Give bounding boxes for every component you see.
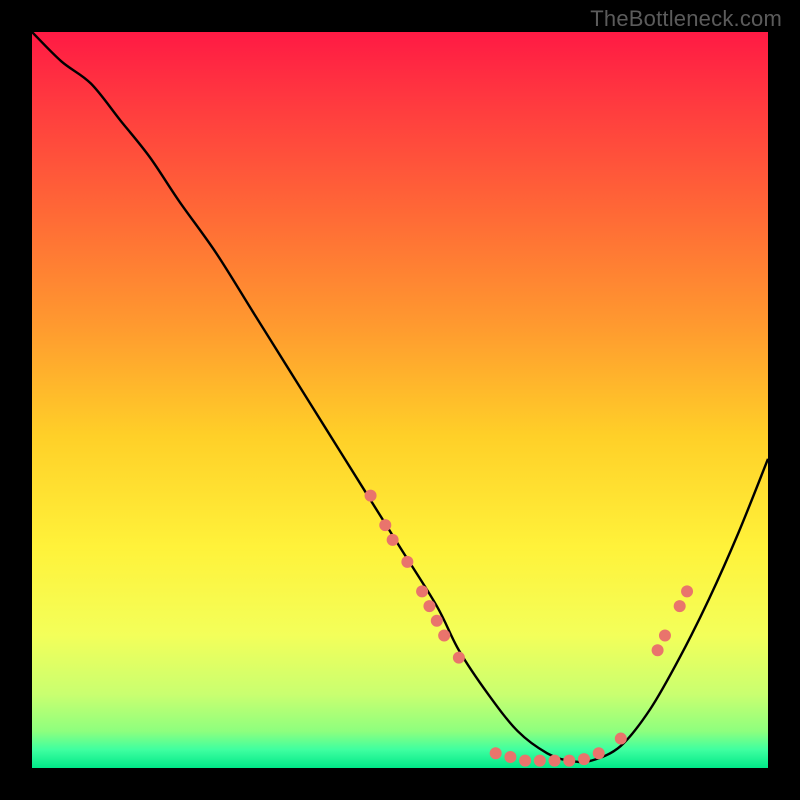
data-marker <box>453 652 465 664</box>
data-marker <box>578 753 590 765</box>
data-marker <box>365 490 377 502</box>
data-marker <box>401 556 413 568</box>
data-marker <box>431 615 443 627</box>
data-marker <box>549 755 561 767</box>
data-marker <box>681 585 693 597</box>
data-marker <box>504 751 516 763</box>
data-marker <box>490 747 502 759</box>
data-marker <box>438 630 450 642</box>
chart-background <box>32 32 768 768</box>
data-marker <box>674 600 686 612</box>
data-marker <box>387 534 399 546</box>
data-marker <box>379 519 391 531</box>
data-marker <box>534 755 546 767</box>
data-marker <box>659 630 671 642</box>
data-marker <box>593 747 605 759</box>
watermark-text: TheBottleneck.com <box>590 6 782 32</box>
data-marker <box>416 585 428 597</box>
data-marker <box>519 755 531 767</box>
chart-plot-area <box>32 32 768 768</box>
data-marker <box>615 733 627 745</box>
chart-svg <box>32 32 768 768</box>
data-marker <box>563 755 575 767</box>
data-marker <box>423 600 435 612</box>
data-marker <box>652 644 664 656</box>
